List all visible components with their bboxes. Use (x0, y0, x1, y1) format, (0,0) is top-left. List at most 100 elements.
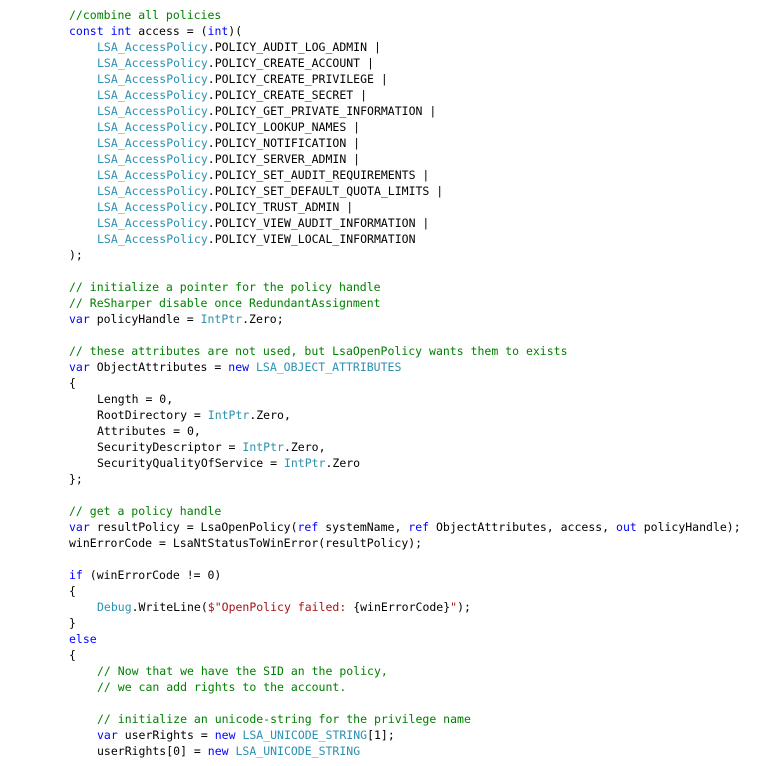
code-token: SecurityQualityOfService = (97, 456, 284, 470)
code-line[interactable]: // ReSharper disable once RedundantAssig… (69, 295, 381, 311)
code-token: IntPtr (283, 456, 326, 470)
code-line[interactable]: //combine all policies (69, 7, 221, 23)
code-line[interactable]: // initialize an unicode-string for the … (97, 711, 471, 727)
code-token: RootDirectory = (97, 408, 208, 422)
code-token: ); (69, 248, 83, 262)
code-token: LSA_AccessPolicy (97, 152, 208, 166)
code-line[interactable]: LSA_AccessPolicy.POLICY_SERVER_ADMIN | (97, 151, 360, 167)
code-token: .POLICY_SET_DEFAULT_QUOTA_LIMITS | (207, 184, 444, 198)
code-token: .POLICY_GET_PRIVATE_INFORMATION | (207, 104, 437, 118)
code-token: ref (297, 520, 319, 534)
code-token: var (69, 360, 90, 374)
code-token: // these attributes are not used, but Ls… (69, 344, 568, 358)
code-token: // get a policy handle (69, 504, 222, 518)
code-line[interactable]: LSA_AccessPolicy.POLICY_SET_AUDIT_REQUIR… (97, 167, 429, 183)
code-token: .POLICY_VIEW_AUDIT_INFORMATION | (207, 216, 430, 230)
code-token: LSA_AccessPolicy (97, 40, 208, 54)
code-line[interactable]: // Now that we have the SID an the polic… (97, 663, 388, 679)
code-line[interactable]: winErrorCode = LsaNtStatusToWinError(res… (69, 535, 422, 551)
code-editor[interactable]: //combine all policies const int access =… (0, 0, 761, 766)
code-line[interactable]: LSA_AccessPolicy.POLICY_CREATE_SECRET | (97, 87, 367, 103)
code-line[interactable]: LSA_AccessPolicy.POLICY_AUDIT_LOG_ADMIN … (97, 39, 381, 55)
code-line[interactable]: Length = 0, (97, 391, 173, 407)
code-token: $"OpenPolicy failed: (207, 600, 354, 614)
code-token: new (214, 728, 236, 742)
code-token: .POLICY_NOTIFICATION | (207, 136, 361, 150)
code-token: { (69, 376, 76, 390)
code-token: ref (408, 520, 430, 534)
code-token: // ReSharper disable once RedundantAssig… (69, 296, 381, 310)
code-line[interactable]: LSA_AccessPolicy.POLICY_SET_DEFAULT_QUOT… (97, 183, 443, 199)
code-token: .POLICY_TRUST_ADMIN | (207, 200, 354, 214)
code-line[interactable]: // get a policy handle (69, 503, 221, 519)
code-token: .POLICY_SET_AUDIT_REQUIREMENTS | (207, 168, 430, 182)
code-token: )( (228, 24, 243, 38)
code-line[interactable]: if (winErrorCode != 0) (69, 567, 221, 583)
code-token: policyHandle = (89, 312, 201, 326)
code-token: .Zero, (283, 440, 326, 454)
code-line[interactable]: ); (69, 247, 83, 263)
code-line[interactable]: LSA_AccessPolicy.POLICY_LOOKUP_NAMES | (97, 119, 360, 135)
code-line[interactable]: var resultPolicy = LsaOpenPolicy(ref sys… (69, 519, 741, 535)
code-line[interactable]: { (69, 583, 76, 599)
code-token: ObjectAttributes = (89, 360, 229, 374)
code-token: } (69, 616, 76, 630)
code-line[interactable]: { (69, 647, 76, 663)
code-line[interactable]: LSA_AccessPolicy.POLICY_VIEW_AUDIT_INFOR… (97, 215, 429, 231)
code-token: LSA_UNICODE_STRING (242, 728, 368, 742)
code-line[interactable]: var userRights = new LSA_UNICODE_STRING[… (97, 727, 395, 743)
code-line[interactable]: LSA_AccessPolicy.POLICY_CREATE_PRIVILEGE… (97, 71, 388, 87)
code-token: { (69, 584, 76, 598)
code-line[interactable]: SecurityQualityOfService = IntPtr.Zero (97, 455, 360, 471)
code-line[interactable]: userRights[0] = new LSA_UNICODE_STRING (97, 743, 360, 759)
code-line[interactable]: // initialize a pointer for the policy h… (69, 279, 381, 295)
code-line[interactable]: Debug.WriteLine($"OpenPolicy failed: {wi… (97, 599, 471, 615)
code-line[interactable]: { (69, 375, 76, 391)
code-token: LSA_AccessPolicy (97, 120, 208, 134)
code-line[interactable]: // these attributes are not used, but Ls… (69, 343, 568, 359)
code-line[interactable]: var policyHandle = IntPtr.Zero; (69, 311, 284, 327)
code-token: LSA_AccessPolicy (97, 216, 208, 230)
code-line[interactable]: Attributes = 0, (97, 423, 201, 439)
code-token: LSA_AccessPolicy (97, 88, 208, 102)
code-token: else (69, 632, 97, 646)
code-token: LSA_UNICODE_STRING (235, 744, 361, 758)
code-token: LSA_AccessPolicy (97, 136, 208, 150)
code-token: if (69, 568, 83, 582)
code-line[interactable]: SecurityDescriptor = IntPtr.Zero, (97, 439, 326, 455)
code-line[interactable]: LSA_AccessPolicy.POLICY_GET_PRIVATE_INFO… (97, 103, 436, 119)
code-line[interactable]: RootDirectory = IntPtr.Zero, (97, 407, 291, 423)
code-line[interactable]: else (69, 631, 97, 647)
code-token: IntPtr (200, 312, 243, 326)
code-token: LSA_AccessPolicy (97, 56, 208, 70)
code-token: IntPtr (242, 440, 284, 454)
code-token: new (228, 360, 250, 374)
code-line[interactable]: }; (69, 471, 83, 487)
code-token: Debug (97, 600, 132, 614)
code-token: LSA_AccessPolicy (97, 184, 208, 198)
code-line[interactable]: var ObjectAttributes = new LSA_OBJECT_AT… (69, 359, 401, 375)
code-line[interactable]: const int access = (int)( (69, 23, 242, 39)
code-line[interactable]: } (69, 615, 76, 631)
code-token: }; (69, 472, 83, 486)
code-token: userRights = (117, 728, 215, 742)
code-line[interactable]: LSA_AccessPolicy.POLICY_NOTIFICATION | (97, 135, 360, 151)
code-token: .POLICY_CREATE_PRIVILEGE | (207, 72, 388, 86)
code-line[interactable]: LSA_AccessPolicy.POLICY_TRUST_ADMIN | (97, 199, 353, 215)
code-token: int (110, 24, 132, 38)
code-token: // initialize an unicode-string for the … (97, 712, 471, 726)
code-token: LSA_AccessPolicy (97, 200, 208, 214)
code-line[interactable]: LSA_AccessPolicy.POLICY_VIEW_LOCAL_INFOR… (97, 231, 416, 247)
code-token: // initialize a pointer for the policy h… (69, 280, 381, 294)
code-token: .POLICY_AUDIT_LOG_ADMIN | (207, 40, 381, 54)
code-token: SecurityDescriptor = (97, 440, 243, 454)
code-token: .Zero, (249, 408, 291, 422)
code-token: access = ( (131, 24, 208, 38)
code-line[interactable]: // we can add rights to the account. (97, 679, 346, 695)
code-token: userRights[0] = (97, 744, 208, 758)
code-line[interactable]: LSA_AccessPolicy.POLICY_CREATE_ACCOUNT | (97, 55, 374, 71)
code-token: ObjectAttributes, access, (429, 520, 617, 534)
code-token: LSA_OBJECT_ATTRIBUTES (255, 360, 402, 374)
